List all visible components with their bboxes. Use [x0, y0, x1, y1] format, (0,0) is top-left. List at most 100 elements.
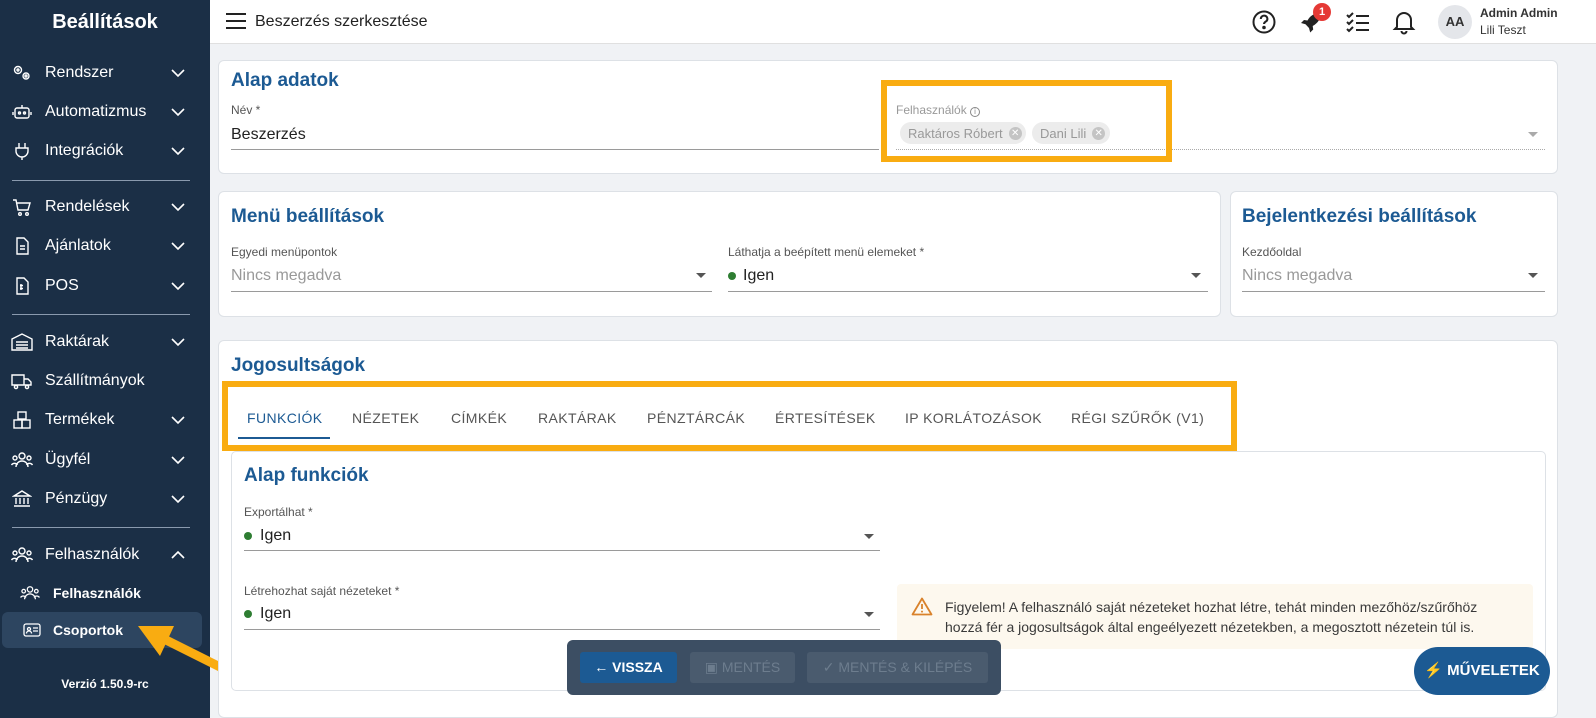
tasks-icon[interactable]	[1345, 9, 1371, 35]
custom-menu-underline	[231, 291, 712, 292]
plug-icon	[11, 140, 33, 162]
chevron-down-icon	[171, 456, 185, 465]
custom-menu-select[interactable]: Nincs megadva	[231, 267, 341, 285]
chevron-down-icon	[171, 282, 185, 291]
chevron-down-icon	[171, 147, 185, 156]
status-dot-icon	[244, 532, 252, 540]
sidebar-item-raktarak[interactable]: Raktárak	[0, 322, 210, 362]
menu-icon[interactable]	[226, 12, 246, 30]
sidebar-item-automatizmus[interactable]: Automatizmus	[0, 92, 210, 132]
warning-icon	[911, 597, 933, 616]
page-title: Beszerzés szerkesztése	[255, 13, 428, 30]
save-button[interactable]: ▣ MENTÉS	[690, 652, 795, 683]
builtin-menu-select[interactable]: Igen	[743, 267, 774, 285]
users-icon	[11, 544, 33, 566]
sidebar-item-label: Rendelések	[45, 198, 130, 215]
sidebar: Beállítások Rendszer Automatizmus Integr…	[0, 0, 210, 718]
dropdown-caret-icon[interactable]	[864, 612, 874, 617]
robot-icon	[11, 101, 33, 123]
sidebar-item-label: Ügyfél	[45, 451, 91, 468]
sidebar-item-label: Raktárak	[45, 333, 110, 350]
chevron-down-icon	[171, 495, 185, 504]
sidebar-item-label: Felhasználók	[45, 546, 140, 563]
sidebar-item-label: Ajánlatok	[45, 237, 111, 254]
boxes-icon	[11, 409, 33, 431]
user-name: Admin Admin	[1480, 6, 1558, 20]
permissions-title: Jogosultságok	[231, 355, 366, 376]
export-select[interactable]: Igen	[260, 527, 291, 545]
builtin-menu-underline	[728, 291, 1208, 292]
user-organization: Lili Teszt	[1480, 23, 1526, 37]
receipt-icon	[11, 275, 33, 297]
sidebar-item-label: POS	[45, 277, 79, 294]
dropdown-caret-icon[interactable]	[864, 534, 874, 539]
topbar: Beszerzés szerkesztése 1 AA Admin Admin …	[210, 0, 1596, 44]
sidebar-divider	[12, 527, 190, 528]
chevron-down-icon	[171, 338, 185, 347]
dropdown-caret-icon[interactable]	[696, 273, 706, 278]
chevron-down-icon	[171, 203, 185, 212]
sidebar-subitem-label: Csoportok	[53, 622, 123, 638]
status-dot-icon	[728, 272, 736, 280]
status-dot-icon	[244, 610, 252, 618]
help-icon[interactable]	[1251, 9, 1277, 35]
bank-icon	[11, 488, 33, 510]
document-icon	[11, 235, 33, 257]
name-label: Név *	[231, 103, 261, 117]
sidebar-item-label: Automatizmus	[45, 103, 147, 120]
sidebar-divider	[12, 180, 190, 181]
operations-button[interactable]: ⚡ MŰVELETEK	[1414, 647, 1550, 695]
back-button[interactable]: ← VISSZA	[580, 652, 677, 683]
group-card-icon	[22, 620, 42, 640]
warehouse-icon	[11, 331, 33, 353]
export-label: Exportálhat *	[244, 505, 313, 519]
home-page-select[interactable]: Nincs megadva	[1242, 267, 1352, 285]
sidebar-item-label: Integrációk	[45, 142, 124, 159]
cart-icon	[11, 196, 33, 218]
highlight-box-tabs	[222, 381, 1237, 451]
chevron-down-icon	[171, 416, 185, 425]
chevron-down-icon	[171, 242, 185, 251]
login-settings-title: Bejelentkezési beállítások	[1242, 206, 1477, 227]
dropdown-caret-icon[interactable]	[1528, 273, 1538, 278]
sidebar-item-ajanlatok[interactable]: Ajánlatok	[0, 226, 210, 266]
home-page-underline	[1242, 291, 1545, 292]
own-views-underline	[244, 629, 880, 630]
dropdown-caret-icon[interactable]	[1191, 273, 1201, 278]
sidebar-item-integraciok[interactable]: Integrációk	[0, 131, 210, 171]
own-views-label: Létrehozhat saját nézeteket *	[244, 584, 400, 598]
sidebar-subitem-felhasznalok[interactable]: Felhasználók	[0, 575, 210, 611]
notification-badge: 1	[1313, 3, 1331, 21]
chevron-down-icon	[171, 108, 185, 117]
sidebar-item-pos[interactable]: POS	[0, 266, 210, 306]
sidebar-item-rendszer[interactable]: Rendszer	[0, 53, 210, 93]
own-views-select[interactable]: Igen	[260, 605, 291, 623]
menu-settings-title: Menü beállítások	[231, 206, 385, 227]
export-underline	[244, 550, 880, 551]
bell-icon[interactable]	[1391, 9, 1417, 35]
chevron-down-icon	[171, 69, 185, 78]
basic-data-title: Alap adatok	[231, 70, 339, 91]
truck-icon	[11, 370, 33, 392]
name-input[interactable]: Beszerzés	[231, 126, 306, 144]
base-functions-title: Alap funkciók	[244, 465, 369, 486]
sidebar-item-label: Pénzügy	[45, 490, 108, 507]
builtin-menu-label: Láthatja a beépített menü elemeket *	[728, 245, 925, 259]
sidebar-item-termekek[interactable]: Termékek	[0, 400, 210, 440]
sidebar-item-felhasznalok[interactable]: Felhasználók	[0, 535, 210, 575]
sidebar-item-ugyfel[interactable]: Ügyfél	[0, 440, 210, 480]
save-exit-button[interactable]: ✓ MENTÉS & KILÉPÉS	[807, 652, 988, 683]
sidebar-item-szallitmanyok[interactable]: Szállítmányok	[0, 361, 210, 401]
avatar[interactable]: AA	[1438, 5, 1472, 39]
sidebar-item-label: Rendszer	[45, 64, 114, 81]
sidebar-item-penzugy[interactable]: Pénzügy	[0, 479, 210, 519]
name-underline	[231, 149, 879, 150]
sidebar-divider	[12, 314, 190, 315]
users-dropdown-caret-icon[interactable]	[1528, 132, 1538, 137]
gears-icon	[11, 62, 33, 84]
home-page-label: Kezdőoldal	[1242, 245, 1302, 259]
sidebar-item-rendelesek[interactable]: Rendelések	[0, 187, 210, 227]
custom-menu-label: Egyedi menüpontok	[231, 245, 338, 259]
sidebar-title: Beállítások	[52, 11, 158, 33]
warning-text: Figyelem! A felhasználó saját nézeteket …	[945, 599, 1478, 635]
